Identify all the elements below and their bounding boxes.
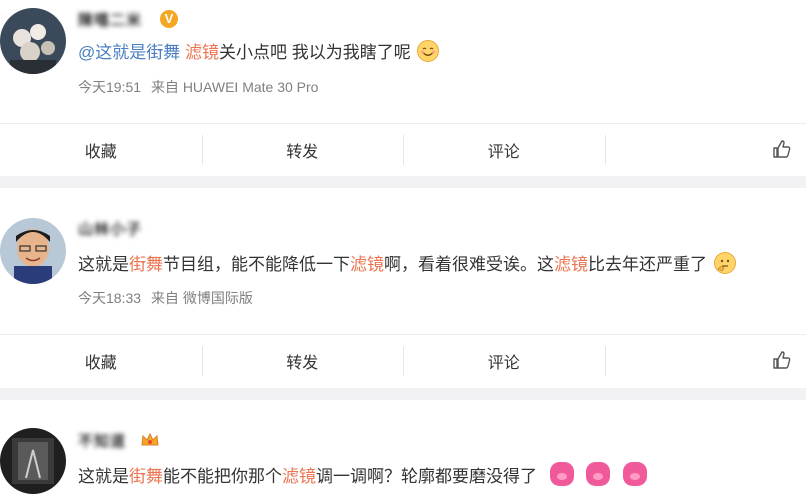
keyword-link[interactable]: 滤镜	[554, 255, 588, 274]
username[interactable]: 陳嘻二米	[78, 9, 142, 30]
repost-button[interactable]: 转发	[201, 335, 404, 387]
timestamp: 今天19:51	[78, 79, 142, 95]
comment-card-1: 陳嘻二米 V @这就是街舞 滤镜关小点吧 我以为我瞎了呢 今天19:51 来自 …	[0, 0, 806, 176]
action-bar: 收藏 转发 评论	[0, 334, 806, 387]
mention-link[interactable]: @这就是街舞	[78, 43, 180, 62]
keyword-link[interactable]: 街舞	[129, 255, 163, 274]
username[interactable]: 不知道	[78, 430, 126, 451]
thinking-emoji-icon	[713, 252, 736, 274]
repost-button[interactable]: 转发	[201, 124, 404, 176]
avatar[interactable]	[0, 428, 66, 494]
like-button[interactable]	[604, 124, 806, 176]
source[interactable]: 来自 微博国际版	[151, 290, 253, 306]
comment-card-2: 山林小子 这就是街舞节目组，能不能降低一下滤镜啊，看着很难受诶。这滤镜比去年还严…	[0, 188, 806, 388]
smile-emoji-icon	[417, 40, 440, 62]
keyword-link[interactable]: 滤镜	[350, 255, 384, 274]
crown-badge-icon	[141, 432, 159, 446]
source[interactable]: 来自 HUAWEI Mate 30 Pro	[151, 79, 319, 95]
comment-card-3: 不知道 这就是街舞能不能把你那个滤镜调一调啊？轮廓都要磨没得了	[0, 400, 806, 494]
timestamp: 今天18:33	[78, 290, 142, 306]
comment-button[interactable]: 评论	[403, 124, 605, 176]
comment-text: 这就是街舞能不能把你那个滤镜调一调啊？轮廓都要磨没得了	[78, 462, 648, 489]
separator	[0, 176, 806, 188]
collect-button[interactable]: 收藏	[0, 335, 202, 387]
comment-meta: 今天19:51 来自 HUAWEI Mate 30 Pro	[78, 77, 324, 97]
thumbs-up-icon	[773, 140, 791, 158]
keyword-link[interactable]: 滤镜	[282, 467, 316, 486]
comment-text: @这就是街舞 滤镜关小点吧 我以为我瞎了呢	[78, 40, 440, 65]
keyword-link[interactable]: 街舞	[129, 467, 163, 486]
action-bar: 收藏 转发 评论	[0, 123, 806, 176]
comment-text: 这就是街舞节目组，能不能降低一下滤镜啊，看着很难受诶。这滤镜比去年还严重了	[78, 252, 736, 277]
separator	[0, 388, 806, 400]
pig-emoji-icon	[549, 462, 574, 486]
username[interactable]: 山林小子	[78, 218, 142, 239]
pig-emoji-icon	[623, 462, 648, 486]
avatar[interactable]	[0, 8, 66, 74]
comment-button[interactable]: 评论	[403, 335, 605, 387]
pig-emoji-icon	[586, 462, 611, 486]
comment-meta: 今天18:33 来自 微博国际版	[78, 288, 259, 308]
avatar[interactable]	[0, 218, 66, 284]
like-button[interactable]	[604, 335, 806, 387]
collect-button[interactable]: 收藏	[0, 124, 202, 176]
thumbs-up-icon	[773, 351, 791, 369]
verified-badge-icon: V	[160, 10, 178, 28]
